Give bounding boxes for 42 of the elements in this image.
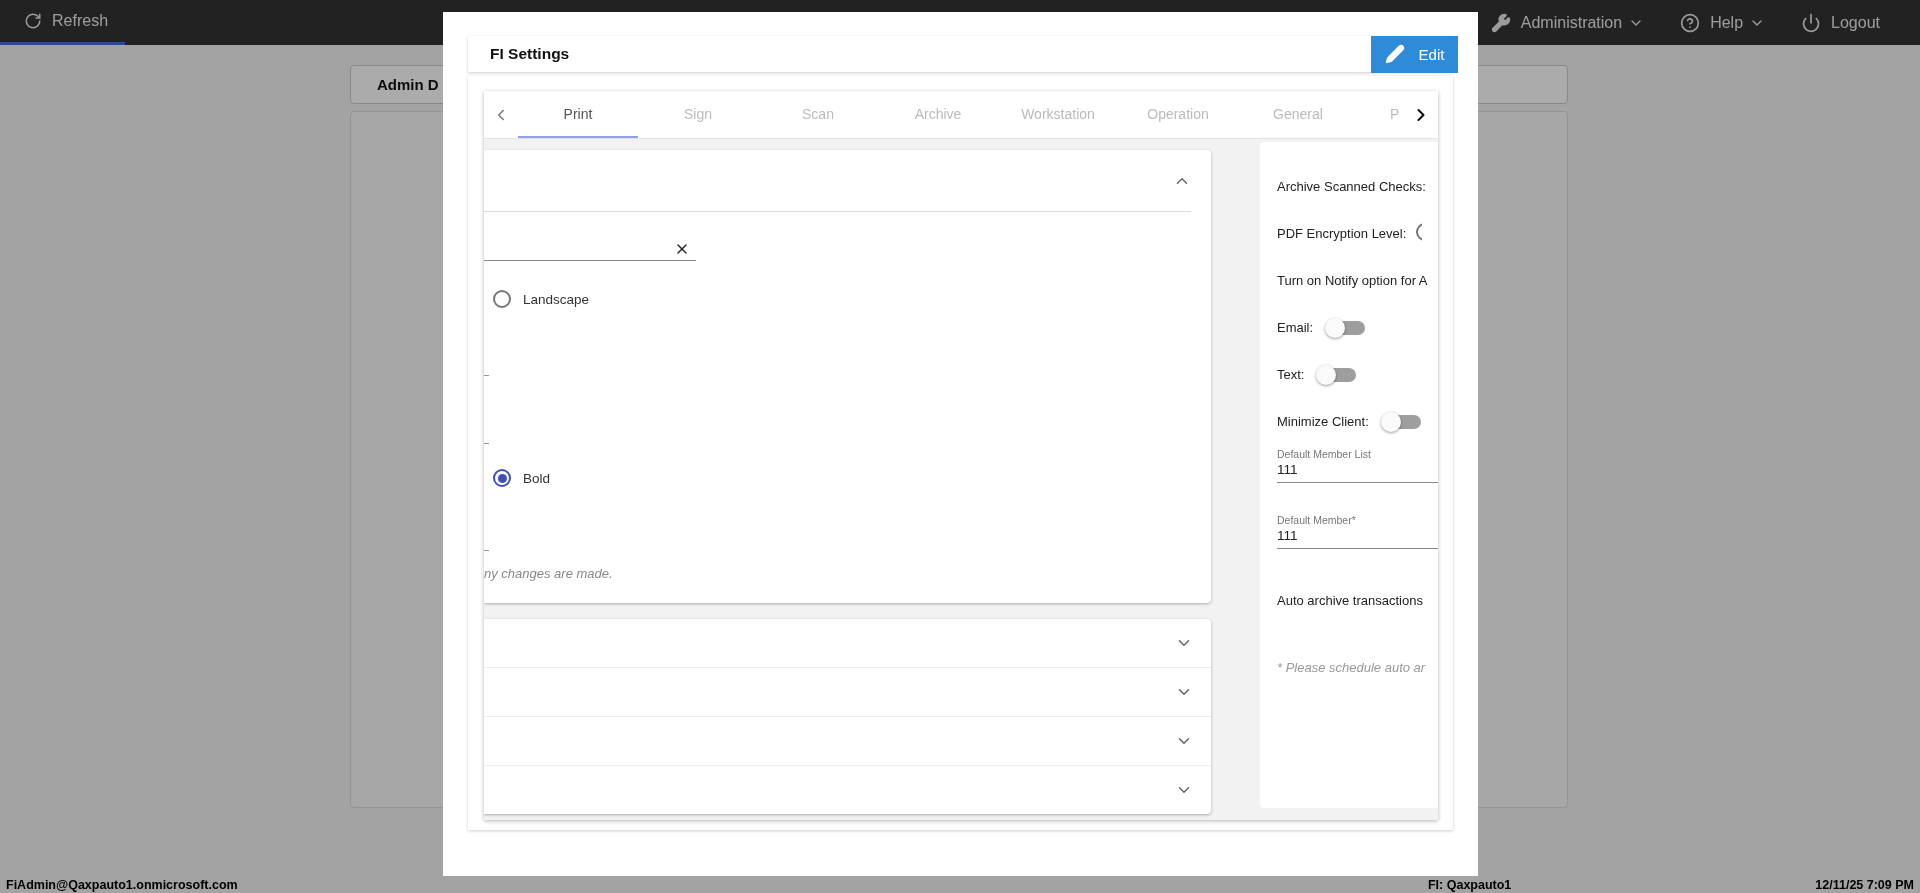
field-value: 111: [1277, 528, 1299, 543]
setting-label: Email:: [1277, 320, 1314, 335]
toggle-switch[interactable]: [1384, 414, 1421, 429]
radio-button[interactable]: [493, 469, 511, 487]
help-icon: [1680, 12, 1701, 33]
radio-label: Bold: [523, 470, 551, 486]
menu-button[interactable]: Administration: [1490, 12, 1645, 33]
setting-label: Minimize Client:: [1277, 414, 1369, 429]
refresh-icon: [24, 12, 42, 30]
tab[interactable]: P: [1358, 91, 1404, 138]
menu-button[interactable]: Help: [1680, 12, 1766, 33]
user-email: FiAdmin@Qaxpauto1.onmicrosoft.com: [6, 878, 238, 892]
tab[interactable]: Print: [518, 91, 638, 138]
refresh-button[interactable]: Refresh: [0, 0, 125, 45]
setting-label: Auto archive transactions: [1277, 592, 1423, 608]
text-field[interactable]: Default Member List 111: [1277, 448, 1438, 483]
fi-name: FI: Qaxpauto1: [1427, 878, 1512, 892]
setting-label: Turn on Notify option for A: [1277, 273, 1428, 288]
menu-button[interactable]: Logout: [1801, 12, 1880, 33]
edit-button[interactable]: Edit: [1371, 35, 1458, 73]
tab[interactable]: Operation: [1118, 91, 1238, 138]
tab[interactable]: Workstation: [998, 91, 1118, 138]
field-label: Default Member List: [1277, 448, 1372, 460]
tab[interactable]: Sign: [638, 91, 758, 138]
setting-label: Text:: [1277, 367, 1305, 382]
radio-label: Landscape: [523, 291, 590, 307]
field-value: 111: [1277, 462, 1299, 477]
help-note: ny changes are made.: [484, 566, 613, 581]
tab[interactable]: Archive: [878, 91, 998, 138]
tab[interactable]: Scan: [758, 91, 878, 138]
setting-label: Archive Scanned Checks:: [1277, 179, 1426, 194]
pencil-icon: [1384, 44, 1405, 64]
setting-label: PDF Encryption Level:: [1277, 226, 1407, 241]
date-time: 12/11/25 7:09 PM: [1815, 878, 1914, 892]
tab[interactable]: General: [1238, 91, 1358, 138]
dialog-title: FI Settings: [489, 45, 571, 63]
text-field[interactable]: Default Member* 111: [1277, 514, 1438, 549]
power-icon: [1801, 12, 1822, 33]
wrench-icon: [1490, 12, 1511, 33]
field-label: Default Member*: [1277, 514, 1357, 526]
radio-button[interactable]: [493, 290, 511, 308]
schedule-note: * Please schedule auto ar: [1277, 660, 1427, 675]
